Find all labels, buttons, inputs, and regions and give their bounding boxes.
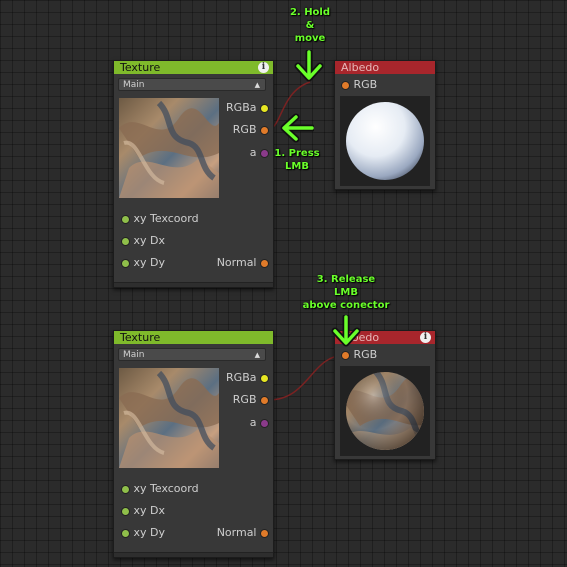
texture-node-header[interactable]: Texture <box>114 331 273 344</box>
port-label: a <box>249 146 257 159</box>
texture-node-header[interactable]: Texture i <box>114 61 273 74</box>
input-port-dy[interactable]: xy Dy <box>121 256 165 270</box>
texture-dropdown[interactable]: Main ▲ <box>118 348 266 361</box>
dropdown-arrow-icon: ▲ <box>254 351 260 359</box>
info-icon[interactable]: i <box>258 62 269 73</box>
port-label: xy Texcoord <box>133 482 199 495</box>
port-label: a <box>249 416 257 429</box>
port-connector[interactable] <box>121 236 130 246</box>
annotation-line: above conector <box>302 300 390 311</box>
node-title: Texture <box>120 331 161 344</box>
port-label: Normal <box>216 256 257 269</box>
port-connector[interactable] <box>260 258 269 268</box>
input-port-dx[interactable]: xy Dx <box>121 504 165 518</box>
port-connector[interactable] <box>260 373 269 383</box>
input-port-texcoord[interactable]: xy Texcoord <box>121 482 199 496</box>
port-connector[interactable] <box>260 418 269 428</box>
port-connector[interactable] <box>260 528 269 538</box>
albedo-preview <box>340 366 430 456</box>
output-port-a[interactable]: a <box>250 416 269 430</box>
info-icon[interactable]: i <box>420 332 431 343</box>
port-label: RGB <box>353 348 378 361</box>
node-title: Texture <box>120 61 161 74</box>
output-port-rgb[interactable]: RGB <box>233 393 269 407</box>
annotation-step1: 1. Press LMB <box>265 147 329 173</box>
texture-node-top[interactable]: Texture i Main ▲ RGBa RGB a xy Texcoord … <box>113 60 274 288</box>
port-connector[interactable] <box>121 214 130 224</box>
albedo-node-bottom[interactable]: Albedo i RGB <box>334 330 436 460</box>
arrow-down-icon <box>331 315 361 347</box>
port-connector[interactable] <box>260 395 269 405</box>
port-connector[interactable] <box>260 125 269 135</box>
dropdown-value: Main <box>123 80 145 90</box>
dropdown-arrow-icon: ▲ <box>254 81 260 89</box>
texture-thumbnail <box>119 368 219 468</box>
port-connector[interactable] <box>121 506 130 516</box>
output-port-normal[interactable]: Normal <box>217 526 269 540</box>
port-label: xy Dy <box>133 526 166 539</box>
albedo-node-header[interactable]: Albedo <box>335 61 435 74</box>
output-port-rgba[interactable]: RGBa <box>226 101 269 115</box>
input-port-dx[interactable]: xy Dx <box>121 234 165 248</box>
albedo-preview <box>340 96 430 186</box>
port-label: RGB <box>232 123 257 136</box>
port-connector[interactable] <box>341 350 350 360</box>
node-title: Albedo <box>341 61 380 74</box>
port-label: RGBa <box>226 101 257 114</box>
annotation-step2: 2. Hold & move <box>270 6 350 45</box>
input-port-dy[interactable]: xy Dy <box>121 526 165 540</box>
output-port-rgb[interactable]: RGB <box>233 123 269 137</box>
input-port-rgb[interactable]: RGB <box>341 348 377 362</box>
annotation-line: move <box>294 33 326 44</box>
port-label: RGBa <box>226 371 257 384</box>
texture-dropdown[interactable]: Main ▲ <box>118 78 266 91</box>
annotation-line: LMB <box>285 161 309 172</box>
input-port-rgb[interactable]: RGB <box>341 78 377 92</box>
node-footer <box>114 552 273 557</box>
annotation-line: 2. Hold <box>289 7 331 18</box>
annotation-line: 1. Press <box>274 148 320 159</box>
annotation-line: LMB <box>334 287 358 298</box>
port-label: xy Dy <box>133 256 166 269</box>
annotation-step3: 3. Release LMB above conector <box>296 273 396 312</box>
port-label: RGB <box>232 393 257 406</box>
port-connector[interactable] <box>121 528 130 538</box>
texture-thumbnail <box>119 98 219 198</box>
albedo-node-top[interactable]: Albedo RGB <box>334 60 436 190</box>
node-footer <box>114 282 273 287</box>
dropdown-value: Main <box>123 350 145 360</box>
port-connector[interactable] <box>341 80 350 90</box>
output-port-normal[interactable]: Normal <box>217 256 269 270</box>
input-port-texcoord[interactable]: xy Texcoord <box>121 212 199 226</box>
annotation-line: & <box>305 20 315 31</box>
texture-node-bottom[interactable]: Texture Main ▲ RGBa RGB a xy Texcoord xy… <box>113 330 274 558</box>
port-label: RGB <box>353 78 378 91</box>
port-label: xy Dx <box>133 504 166 517</box>
annotation-line: 3. Release <box>316 274 376 285</box>
port-label: xy Texcoord <box>133 212 199 225</box>
output-port-rgba[interactable]: RGBa <box>226 371 269 385</box>
port-label: xy Dx <box>133 234 166 247</box>
arrow-down-icon <box>294 50 324 82</box>
port-connector[interactable] <box>121 484 130 494</box>
arrow-left-icon <box>280 113 314 143</box>
port-connector[interactable] <box>260 103 269 113</box>
port-label: Normal <box>216 526 257 539</box>
port-connector[interactable] <box>121 258 130 268</box>
connection-wires <box>267 81 347 401</box>
